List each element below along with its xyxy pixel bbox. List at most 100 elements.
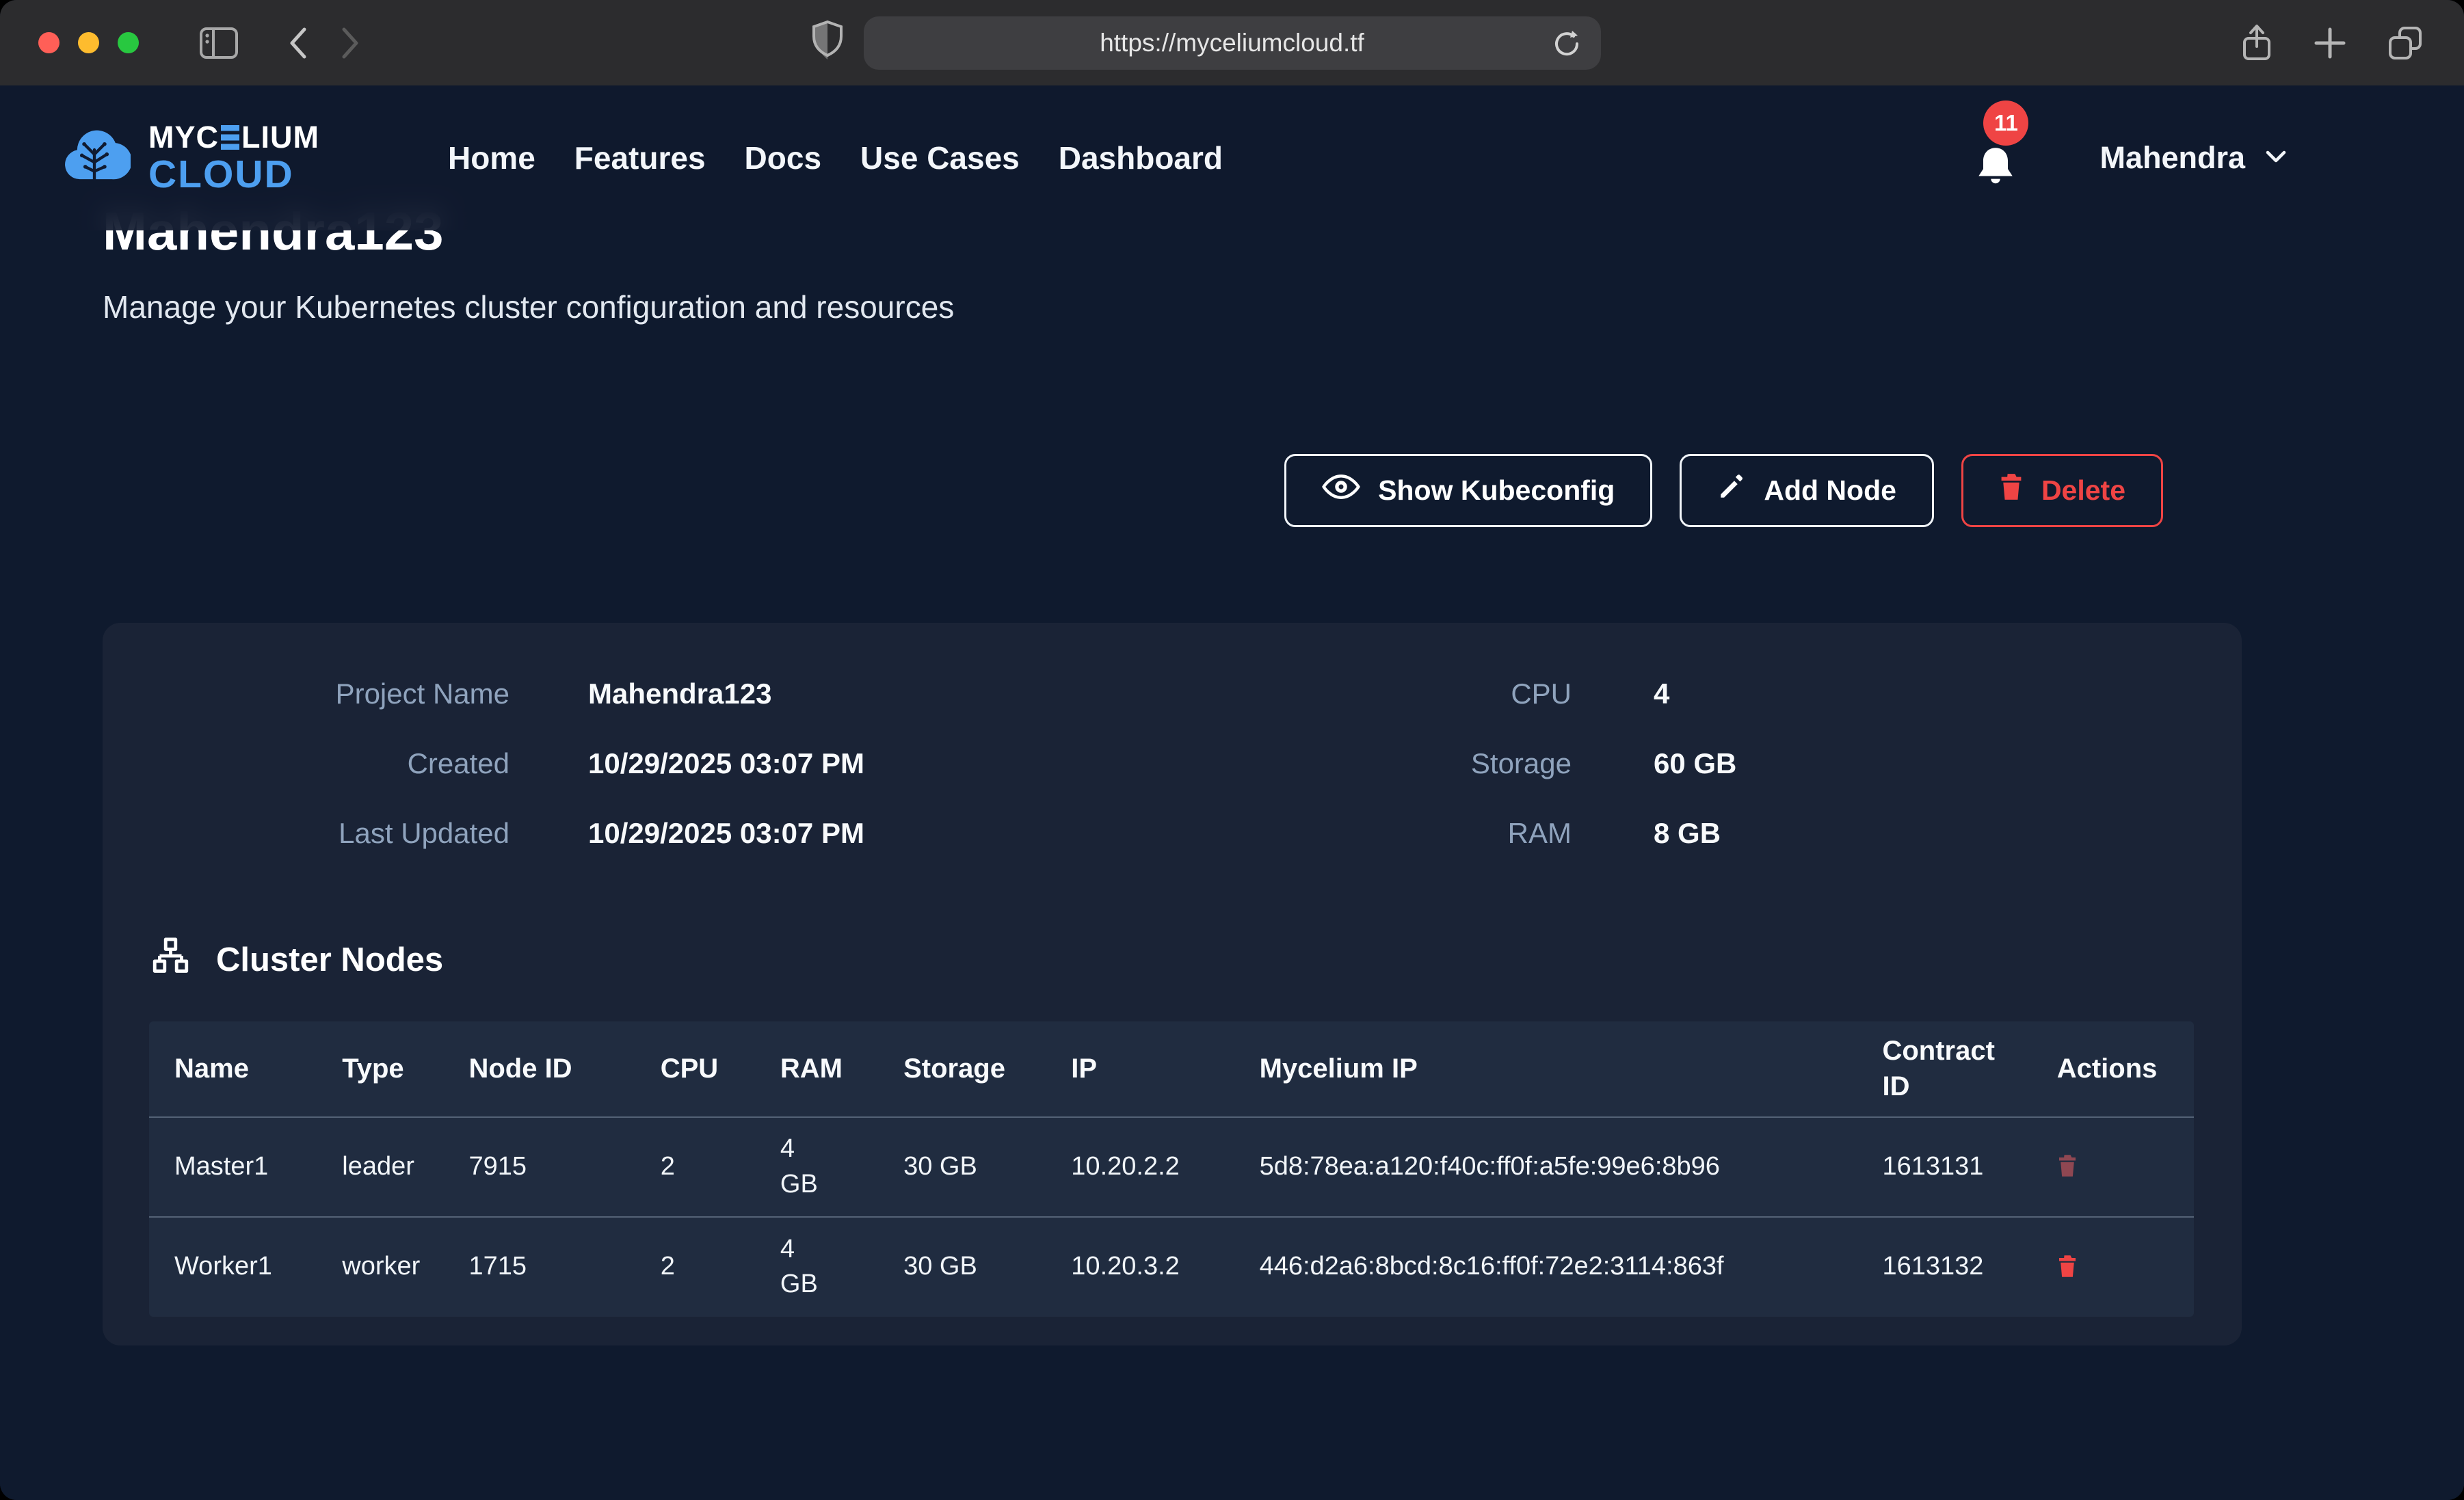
cluster-nodes-table: Name Type Node ID CPU RAM Storage IP Myc… bbox=[149, 1021, 2194, 1317]
nav-link-use-cases[interactable]: Use Cases bbox=[860, 139, 1020, 176]
cell-type: worker bbox=[342, 1217, 468, 1317]
col-cpu: CPU bbox=[661, 1021, 780, 1117]
delete-label: Delete bbox=[2041, 474, 2125, 507]
col-type: Type bbox=[342, 1021, 468, 1117]
detail-label: Created bbox=[149, 747, 509, 780]
mycelium-cloud-logo-icon bbox=[58, 120, 131, 196]
window-minimize-button[interactable] bbox=[78, 32, 99, 53]
traffic-lights bbox=[38, 32, 139, 53]
add-node-button[interactable]: Add Node bbox=[1680, 454, 1934, 527]
browser-window: https://myceliumcloud.tf Mahendra123 Man… bbox=[0, 0, 2464, 1500]
chevron-down-icon bbox=[2264, 148, 2288, 169]
wordmark-line1-post: LIUM bbox=[241, 122, 319, 152]
cell-type: leader bbox=[342, 1117, 468, 1217]
cell-mycelium-ip: 5d8:78ea:a120:f40c:ff0f:a5fe:99e6:8b96 bbox=[1260, 1117, 1883, 1217]
delete-node-button[interactable] bbox=[2057, 1254, 2078, 1281]
address-bar[interactable]: https://myceliumcloud.tf bbox=[864, 16, 1601, 70]
cell-name: Master1 bbox=[149, 1117, 342, 1217]
cell-node-id: 1715 bbox=[468, 1217, 660, 1317]
sidebar-toggle-icon[interactable] bbox=[199, 27, 239, 59]
trash-icon bbox=[2057, 1254, 2078, 1281]
cluster-nodes-title: Cluster Nodes bbox=[216, 941, 443, 979]
detail-label: Storage bbox=[1216, 747, 1572, 780]
user-name: Mahendra bbox=[2099, 140, 2245, 176]
cell-contract-id: 1613131 bbox=[1882, 1117, 2056, 1217]
cell-name: Worker1 bbox=[149, 1217, 342, 1317]
notifications-button[interactable]: 11 bbox=[1972, 144, 2019, 190]
url-text: https://myceliumcloud.tf bbox=[1100, 29, 1364, 57]
cluster-nodes-header: Cluster Nodes bbox=[149, 937, 2194, 983]
cell-contract-id: 1613132 bbox=[1882, 1217, 2056, 1317]
col-storage: Storage bbox=[903, 1021, 1071, 1117]
cell-ram: 4 GB bbox=[780, 1117, 903, 1217]
nav-link-docs[interactable]: Docs bbox=[745, 139, 821, 176]
detail-label: Last Updated bbox=[149, 817, 509, 850]
col-node-id: Node ID bbox=[468, 1021, 660, 1117]
col-ip: IP bbox=[1071, 1021, 1259, 1117]
brand-wordmark: MYC LIUM CLOUD bbox=[148, 122, 319, 194]
delete-cluster-button[interactable]: Delete bbox=[1961, 454, 2163, 527]
window-close-button[interactable] bbox=[38, 32, 59, 53]
cluster-details: Project Name Mahendra123 Created 10/29/2… bbox=[149, 678, 2194, 850]
tab-overview-icon[interactable] bbox=[2386, 24, 2424, 62]
col-actions: Actions bbox=[2057, 1021, 2194, 1117]
forward-button-icon[interactable] bbox=[339, 25, 362, 61]
page-subtitle: Manage your Kubernetes cluster configura… bbox=[103, 289, 2242, 325]
new-tab-icon[interactable] bbox=[2314, 27, 2346, 59]
cell-cpu: 2 bbox=[661, 1217, 780, 1317]
show-kubeconfig-label: Show Kubeconfig bbox=[1378, 474, 1615, 507]
table-header-row: Name Type Node ID CPU RAM Storage IP Myc… bbox=[149, 1021, 2194, 1117]
window-zoom-button[interactable] bbox=[118, 32, 139, 53]
detail-value: 10/29/2025 03:07 PM bbox=[588, 747, 1216, 780]
cell-storage: 30 GB bbox=[903, 1217, 1071, 1317]
nav-link-home[interactable]: Home bbox=[448, 139, 535, 176]
col-name: Name bbox=[149, 1021, 342, 1117]
network-nodes-icon bbox=[149, 937, 191, 983]
col-mycelium-ip: Mycelium IP bbox=[1260, 1021, 1883, 1117]
detail-value: 60 GB bbox=[1654, 747, 2194, 780]
cell-cpu: 2 bbox=[661, 1117, 780, 1217]
brand-logo[interactable]: MYC LIUM CLOUD bbox=[58, 120, 319, 196]
detail-value: 4 bbox=[1654, 678, 2194, 710]
show-kubeconfig-button[interactable]: Show Kubeconfig bbox=[1284, 454, 1652, 527]
detail-value: Mahendra123 bbox=[588, 678, 1216, 710]
delete-node-button[interactable] bbox=[2057, 1153, 2078, 1180]
notification-badge: 11 bbox=[1983, 101, 2028, 146]
col-ram: RAM bbox=[780, 1021, 903, 1117]
reload-icon[interactable] bbox=[1552, 28, 1583, 59]
eye-icon bbox=[1322, 473, 1360, 507]
table-row: Master1 leader 7915 2 4 GB 30 GB 10.20.2… bbox=[149, 1117, 2194, 1217]
table-row: Worker1 worker 1715 2 4 GB 30 GB 10.20.3… bbox=[149, 1217, 2194, 1317]
wordmark-line2: CLOUD bbox=[148, 155, 319, 194]
nav-link-features[interactable]: Features bbox=[574, 139, 706, 176]
nav-links: Home Features Docs Use Cases Dashboard bbox=[448, 139, 1223, 176]
user-menu[interactable]: Mahendra bbox=[2099, 140, 2288, 176]
add-node-label: Add Node bbox=[1764, 474, 1896, 507]
bell-icon bbox=[1972, 178, 2019, 189]
trash-icon bbox=[1999, 472, 2024, 508]
cell-ip: 10.20.3.2 bbox=[1071, 1217, 1259, 1317]
cluster-details-card: Project Name Mahendra123 Created 10/29/2… bbox=[103, 623, 2242, 1345]
col-contract-id: Contract ID bbox=[1882, 1021, 2056, 1117]
cluster-actions: Show Kubeconfig Add Node Delete bbox=[103, 454, 2242, 527]
trash-icon bbox=[2057, 1153, 2078, 1180]
stylized-e-icon bbox=[221, 125, 239, 150]
cell-storage: 30 GB bbox=[903, 1117, 1071, 1217]
pencil-icon bbox=[1717, 472, 1746, 508]
detail-label: CPU bbox=[1216, 678, 1572, 710]
privacy-shield-icon[interactable] bbox=[810, 19, 845, 63]
detail-label: Project Name bbox=[149, 678, 509, 710]
detail-label: RAM bbox=[1216, 817, 1572, 850]
cell-mycelium-ip: 446:d2a6:8bcd:8c16:ff0f:72e2:3114:863f bbox=[1260, 1217, 1883, 1317]
main-navbar: MYC LIUM CLOUD Home Features Docs Use Cas… bbox=[0, 85, 2464, 230]
back-button-icon[interactable] bbox=[287, 25, 310, 61]
browser-toolbar: https://myceliumcloud.tf bbox=[0, 0, 2464, 85]
cell-node-id: 7915 bbox=[468, 1117, 660, 1217]
cell-ram: 4 GB bbox=[780, 1217, 903, 1317]
detail-value: 8 GB bbox=[1654, 817, 2194, 850]
nav-link-dashboard[interactable]: Dashboard bbox=[1059, 139, 1223, 176]
page-content: Mahendra123 Manage your Kubernetes clust… bbox=[0, 85, 2464, 1500]
wordmark-line1-pre: MYC bbox=[148, 122, 219, 152]
share-icon[interactable] bbox=[2240, 23, 2274, 63]
cell-ip: 10.20.2.2 bbox=[1071, 1117, 1259, 1217]
